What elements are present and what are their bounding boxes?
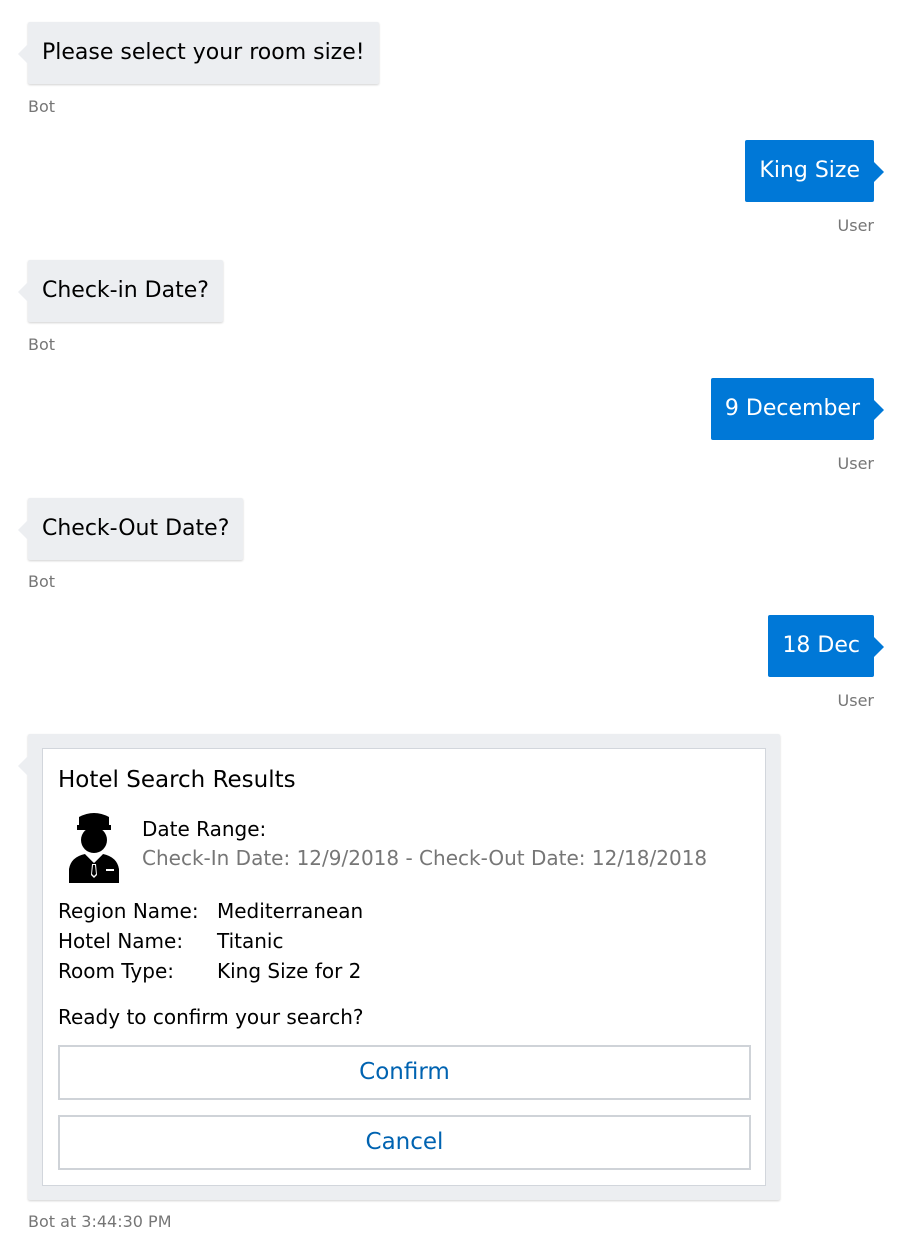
message-sender-label: Bot — [28, 97, 56, 116]
concierge-icon — [65, 811, 123, 883]
fact-value: Mediterranean — [217, 899, 364, 923]
fact-key: Region Name: — [58, 899, 199, 923]
date-range-value: Check-In Date: 12/9/2018 - Check-Out Dat… — [142, 846, 708, 870]
bot-message-bubble: Please select your room size! — [18, 22, 379, 84]
confirm-question: Ready to confirm your search? — [58, 1005, 364, 1029]
message-text: 9 December — [724, 396, 860, 421]
message-sender-label: User — [837, 454, 874, 473]
confirm-button[interactable]: Confirm — [58, 1045, 751, 1100]
fact-key: Hotel Name: — [58, 929, 184, 953]
fact-set: Region Name: Mediterranean Hotel Name: T… — [58, 899, 363, 989]
fact-key: Room Type: — [58, 959, 174, 983]
message-text: Check-in Date? — [42, 278, 209, 303]
hotel-results-card: Hotel Search Results Date Range: Check-I… — [42, 748, 766, 1186]
message-text: 18 Dec — [782, 633, 860, 658]
date-range-label: Date Range: — [142, 817, 267, 841]
message-sender-label: Bot — [28, 572, 56, 591]
hotel-results-card-bubble: Hotel Search Results Date Range: Check-I… — [18, 734, 780, 1200]
card-title: Hotel Search Results — [58, 767, 296, 793]
bot-message-bubble: Check-Out Date? — [17, 498, 244, 560]
user-message-bubble: King Size — [745, 140, 884, 202]
message-timestamp: Bot at 3:44:30 PM — [28, 1212, 172, 1231]
fact-row: Room Type: King Size for 2 — [58, 959, 363, 989]
message-text: King Size — [759, 158, 860, 183]
message-sender-label: User — [837, 216, 874, 235]
cancel-button[interactable]: Cancel — [58, 1115, 751, 1170]
bot-message-bubble: Check-in Date? — [18, 260, 223, 322]
user-message-bubble: 18 Dec — [768, 615, 884, 677]
fact-value: Titanic — [217, 929, 284, 953]
fact-row: Region Name: Mediterranean — [58, 899, 363, 929]
message-text: Check-Out Date? — [42, 516, 230, 541]
fact-row: Hotel Name: Titanic — [58, 929, 363, 959]
message-sender-label: Bot — [28, 335, 56, 354]
message-sender-label: User — [837, 691, 874, 710]
message-text: Please select your room size! — [42, 40, 365, 65]
fact-value: King Size for 2 — [217, 959, 362, 983]
user-message-bubble: 9 December — [710, 378, 885, 440]
